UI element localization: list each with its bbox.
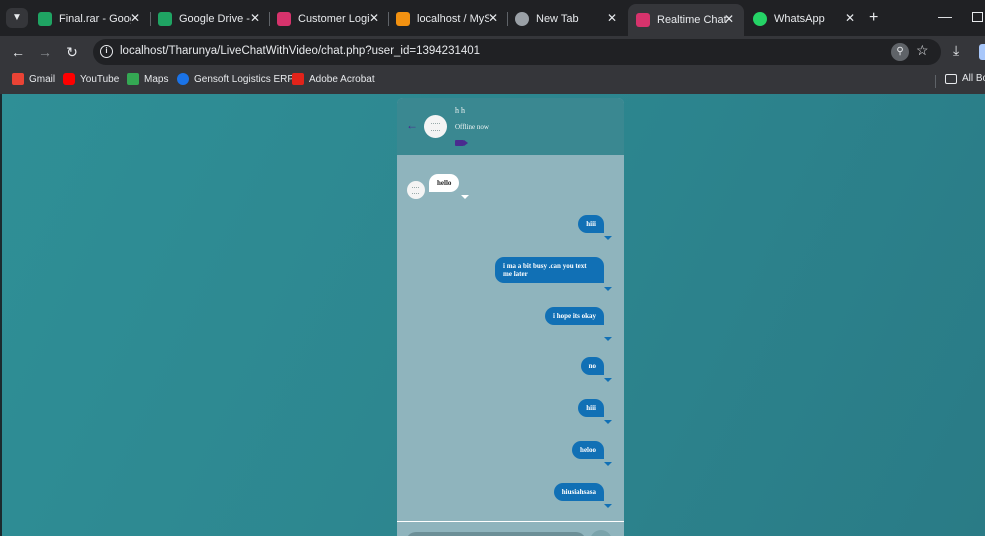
- profile-avatar[interactable]: [979, 44, 985, 60]
- tab-search-button[interactable]: ▼: [6, 8, 28, 28]
- youtube-icon: [63, 73, 75, 85]
- bookmark-gmail[interactable]: Gmail: [12, 73, 55, 85]
- outgoing-message: hiii: [578, 399, 604, 417]
- restore-button[interactable]: [972, 12, 983, 22]
- tab-customer-login[interactable]: Customer Login ✕: [277, 7, 381, 31]
- maps-icon: [127, 73, 139, 85]
- outgoing-message: i hope its okay: [545, 307, 604, 325]
- back-button[interactable]: ←: [8, 42, 28, 62]
- close-icon[interactable]: ✕: [128, 11, 142, 25]
- outgoing-message: no: [580, 357, 604, 375]
- google-drive-icon: [158, 12, 172, 26]
- tab-final-rar[interactable]: Final.rar - Google ✕: [38, 7, 142, 31]
- tab-google-drive[interactable]: Google Drive - V ✕: [158, 7, 262, 31]
- forward-button[interactable]: →: [35, 42, 55, 62]
- tab-title: Final.rar - Google: [59, 13, 131, 25]
- bookmark-star-icon[interactable]: ☆: [916, 42, 929, 59]
- google-drive-icon: [38, 12, 52, 26]
- send-button[interactable]: [590, 530, 612, 536]
- tab-realtime-chat[interactable]: Realtime Chat Ap ✕: [628, 4, 744, 36]
- bookmark-gensoft[interactable]: Gensoft Logistics ERP: [177, 73, 294, 85]
- bookmarks-bar: Gmail YouTube Maps Gensoft Logistics ERP…: [0, 68, 985, 94]
- chat-footer: [397, 521, 624, 536]
- new-tab-button[interactable]: +: [869, 9, 878, 27]
- tab-title: WhatsApp: [774, 13, 825, 25]
- address-bar[interactable]: i localhost/Tharunya/LiveChatWithVideo/c…: [93, 39, 941, 65]
- tab-title: New Tab: [536, 13, 579, 25]
- close-icon[interactable]: ✕: [605, 11, 619, 25]
- url-text[interactable]: localhost/Tharunya/LiveChatWithVideo/cha…: [120, 45, 480, 57]
- download-icon[interactable]: ⤓: [953, 42, 959, 59]
- close-icon[interactable]: ✕: [486, 11, 500, 25]
- message-menu-icon[interactable]: [604, 236, 612, 240]
- gensoft-icon: [177, 73, 189, 85]
- message-input[interactable]: [406, 532, 586, 536]
- chat-header: ← h h Offline now: [397, 98, 624, 155]
- message-menu-icon[interactable]: [604, 378, 612, 382]
- chat-window: ← h h Offline now hello hiii i ma a bit …: [397, 98, 624, 536]
- video-call-icon[interactable]: [455, 140, 464, 146]
- tab-strip: ▼ Final.rar - Google ✕ Google Drive - V …: [0, 0, 985, 36]
- tab-title: Google Drive - V: [179, 13, 251, 25]
- bookmark-label: Gmail: [29, 73, 56, 85]
- bookmark-maps[interactable]: Maps: [127, 73, 168, 85]
- page-background: ← h h Offline now hello hiii i ma a bit …: [0, 94, 985, 536]
- outgoing-message: i ma a bit busy .can you text me later: [495, 257, 604, 283]
- gmail-icon: [12, 73, 24, 85]
- acrobat-icon: [292, 73, 304, 85]
- bookmark-label: Adobe Acrobat: [309, 73, 375, 85]
- close-icon[interactable]: ✕: [722, 12, 736, 26]
- message-menu-icon[interactable]: [461, 195, 469, 199]
- chat-user-status: Offline now: [455, 123, 489, 131]
- tab-title: localhost / MySQL: [417, 13, 489, 25]
- chrome-icon: [515, 12, 529, 26]
- whatsapp-icon: [753, 12, 767, 26]
- message-menu-icon[interactable]: [604, 337, 612, 341]
- avatar: [407, 181, 425, 199]
- close-icon[interactable]: ✕: [843, 11, 857, 25]
- app-favicon-icon: [636, 13, 650, 27]
- minimize-button[interactable]: —: [938, 8, 952, 24]
- all-bookmarks-label: All Bo: [962, 73, 985, 84]
- outgoing-message: hiii: [578, 215, 604, 233]
- close-icon[interactable]: ✕: [248, 11, 262, 25]
- tab-new-tab[interactable]: New Tab ✕: [515, 7, 619, 31]
- chat-messages: hello hiii i ma a bit busy .can you text…: [397, 155, 624, 521]
- all-bookmarks[interactable]: All Bo: [945, 73, 985, 84]
- chat-user-name: h h: [455, 106, 465, 115]
- zoom-icon[interactable]: ⚲: [891, 43, 909, 61]
- phpmyadmin-icon: [396, 12, 410, 26]
- bookmark-label: YouTube: [80, 73, 120, 85]
- bookmark-adobe-acrobat[interactable]: Adobe Acrobat: [292, 73, 375, 85]
- reload-button[interactable]: ↻: [62, 42, 82, 62]
- tab-title: Customer Login: [298, 13, 370, 25]
- close-icon[interactable]: ✕: [367, 11, 381, 25]
- outgoing-message: hiusiahsasa: [553, 483, 604, 501]
- bookmark-label: Maps: [144, 73, 169, 85]
- folder-icon: [945, 73, 957, 84]
- avatar: [424, 115, 447, 138]
- bookmark-label: Gensoft Logistics ERP: [194, 73, 295, 85]
- message-menu-icon[interactable]: [604, 287, 612, 291]
- app-favicon-icon: [277, 12, 291, 26]
- bookmark-youtube[interactable]: YouTube: [63, 73, 119, 85]
- tab-phpmyadmin[interactable]: localhost / MySQL ✕: [396, 7, 500, 31]
- back-arrow-icon[interactable]: ←: [406, 118, 418, 132]
- message-menu-icon[interactable]: [604, 420, 612, 424]
- browser-toolbar: ← → ↻ i localhost/Tharunya/LiveChatWithV…: [0, 36, 985, 68]
- message-menu-icon[interactable]: [604, 504, 612, 508]
- incoming-message: hello: [429, 174, 460, 192]
- message-menu-icon[interactable]: [604, 462, 612, 466]
- outgoing-message: heloo: [572, 441, 604, 459]
- tab-title: Realtime Chat Ap: [657, 14, 729, 26]
- site-info-icon[interactable]: i: [100, 45, 113, 58]
- tab-whatsapp[interactable]: WhatsApp ✕: [753, 7, 857, 31]
